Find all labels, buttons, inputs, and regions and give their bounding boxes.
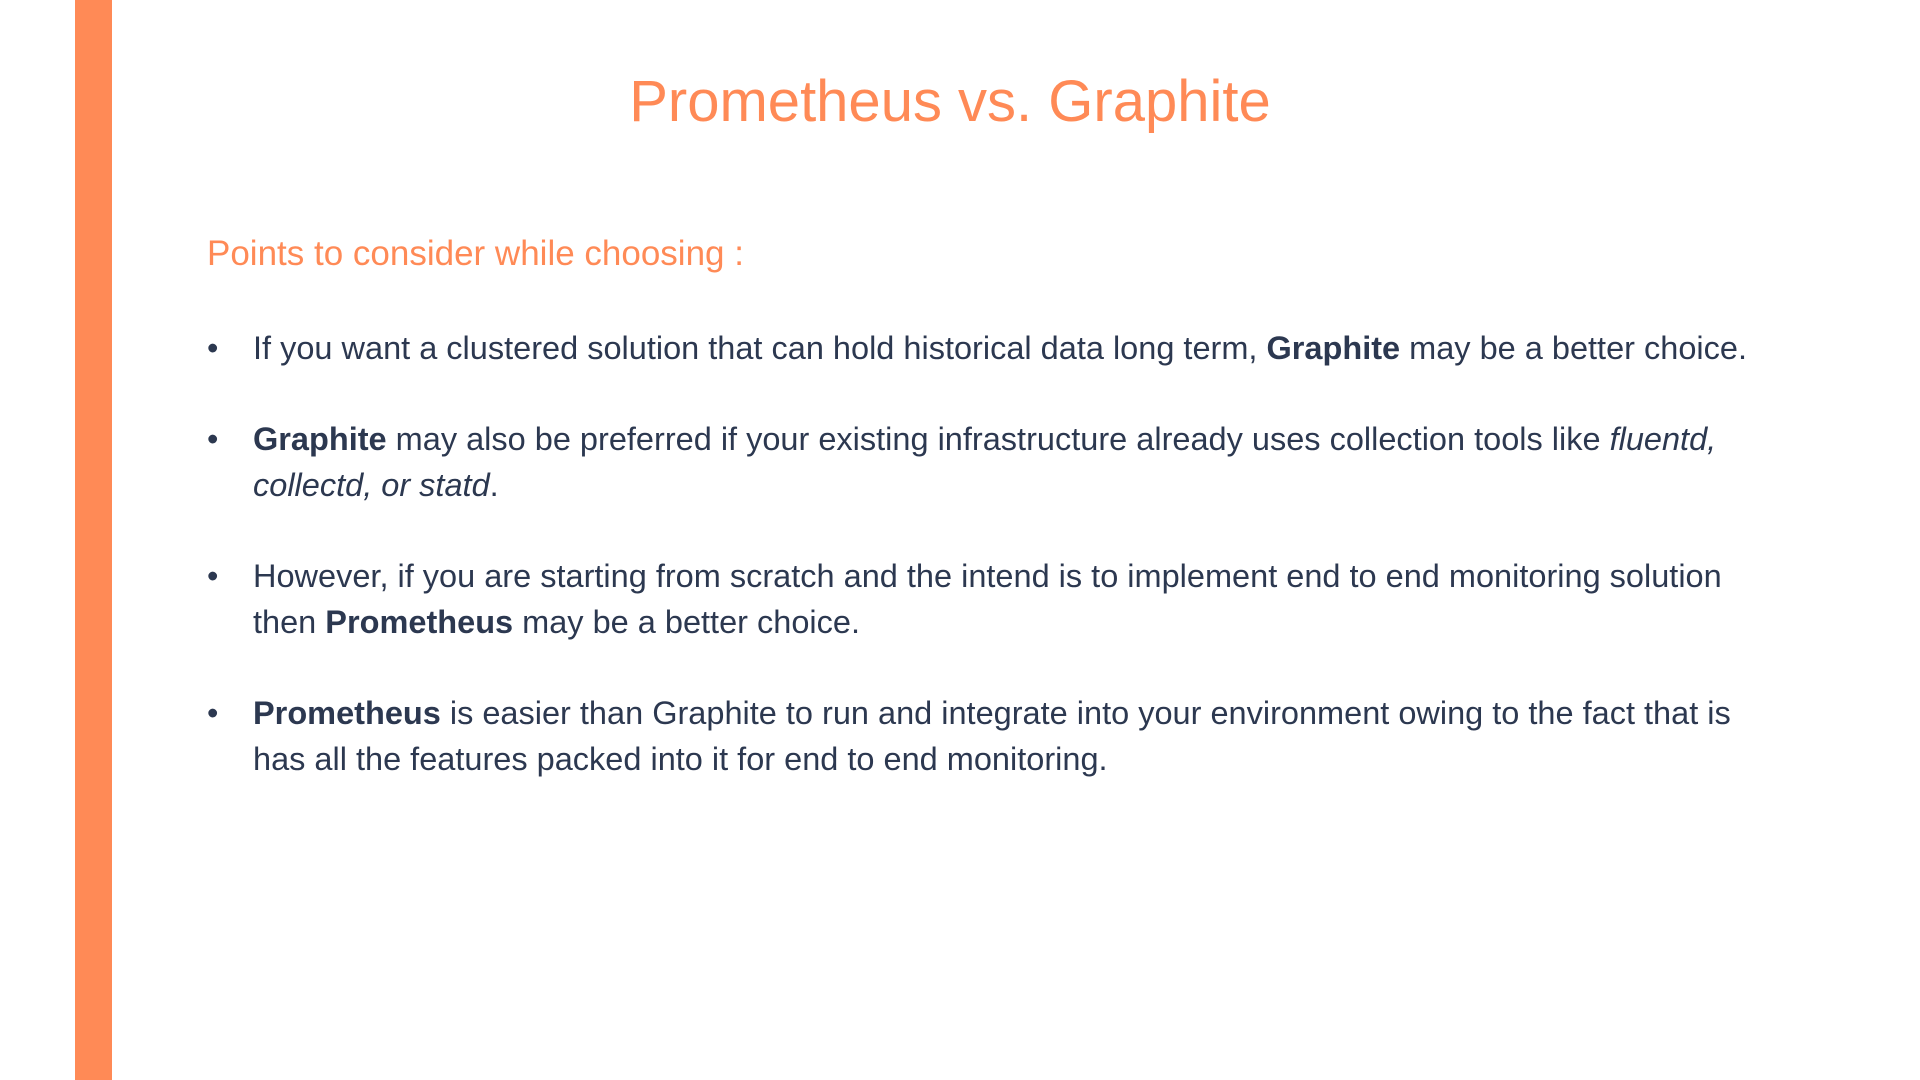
bullet-bold-text: Prometheus (253, 695, 441, 731)
bullet-text: . (489, 467, 499, 503)
bullet-dot-icon: • (207, 330, 219, 366)
bullet-bold-text: Prometheus (325, 604, 514, 640)
bullet-text: If you want a clustered solution that ca… (253, 330, 1267, 366)
bullet-text: may also be preferred if your existing i… (386, 421, 1610, 457)
bullet-dot-icon: • (207, 695, 219, 731)
bullet-list: • If you want a clustered solution that … (207, 325, 1767, 827)
bullet-bold-text: Graphite (1266, 330, 1401, 366)
bullet-dot-icon: • (207, 421, 219, 457)
bullet-text: is easier than Graphite to run and integ… (253, 695, 1731, 777)
slide-title: Prometheus vs. Graphite (629, 69, 1271, 134)
bullet-item-2: • Graphite may also be preferred if your… (207, 416, 1767, 508)
bullet-text: may be a better choice. (1400, 330, 1747, 366)
bullet-dot-icon: • (207, 558, 219, 594)
bullet-bold-text: Graphite (253, 421, 387, 457)
slide-subtitle: Points to consider while choosing : (207, 234, 744, 273)
accent-bar (75, 0, 112, 1080)
bullet-item-4: • Prometheus is easier than Graphite to … (207, 690, 1767, 782)
bullet-item-3: • However, if you are starting from scra… (207, 553, 1767, 645)
bullet-text: may be a better choice. (513, 604, 860, 640)
bullet-item-1: • If you want a clustered solution that … (207, 325, 1767, 371)
